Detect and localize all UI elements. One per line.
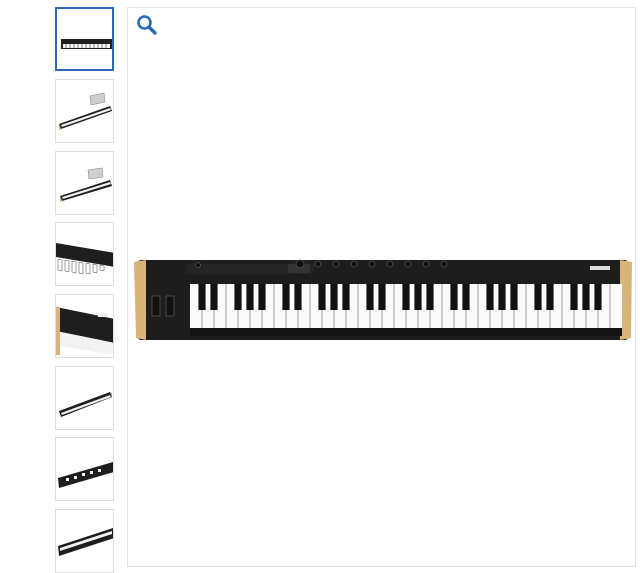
black-key: [570, 284, 578, 310]
black-key: [510, 284, 518, 310]
keyboard-thumb-image: [58, 528, 113, 556]
black-key: [486, 284, 494, 310]
thumbnail-rear-panel[interactable]: [55, 437, 114, 501]
black-key: [414, 284, 422, 310]
black-key: [402, 284, 410, 310]
black-key: [258, 284, 266, 310]
keyboard-thumb-image: [56, 243, 113, 275]
thumbnail-side-panel[interactable]: [55, 294, 114, 358]
black-key: [498, 284, 506, 310]
zoom-button[interactable]: [136, 14, 158, 36]
thumbnail-angle-left-stand-2[interactable]: [55, 151, 114, 215]
keyboard-thumb-image: [58, 462, 113, 488]
black-key: [426, 284, 434, 310]
main-image-viewer: [127, 7, 636, 567]
black-key: [450, 284, 458, 310]
keyboard-thumb-image: [59, 392, 112, 417]
black-key: [234, 284, 242, 310]
black-key: [594, 284, 602, 310]
keyboard-thumb-image: [56, 307, 113, 355]
black-key: [330, 284, 338, 310]
black-key: [366, 284, 374, 310]
black-key: [378, 284, 386, 310]
black-key: [282, 284, 290, 310]
keyboard-main-image: [134, 259, 632, 340]
thumbnail-angle-right[interactable]: [55, 366, 114, 430]
thumbnail-front-top[interactable]: [55, 7, 114, 71]
keyboard-thumb-image: [60, 167, 112, 202]
black-key: [462, 284, 470, 310]
thumbnail-rear-partial[interactable]: [55, 509, 114, 573]
black-key: [546, 284, 554, 310]
black-key: [210, 284, 218, 310]
keyboard-thumb-image: [59, 92, 112, 130]
black-key: [342, 284, 350, 310]
black-key: [582, 284, 590, 310]
black-key: [534, 284, 542, 310]
keyboard-thumb-image: [61, 39, 112, 49]
black-key: [198, 284, 206, 310]
thumbnail-strip: [55, 0, 117, 573]
thumbnail-angle-left-stand[interactable]: [55, 79, 114, 143]
magnifier-icon: [137, 15, 157, 35]
black-key: [294, 284, 302, 310]
thumbnail-keys-closeup[interactable]: [55, 222, 114, 286]
black-key: [246, 284, 254, 310]
black-key: [318, 284, 326, 310]
